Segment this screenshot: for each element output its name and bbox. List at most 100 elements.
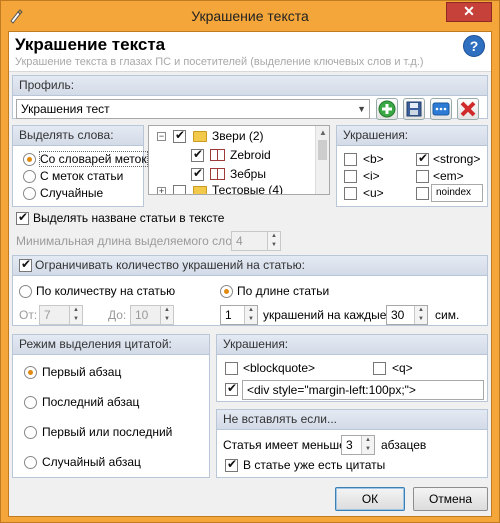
to-field[interactable]: 10 ▲ ▼ xyxy=(130,305,174,325)
less-than-spinner[interactable]: ▲ ▼ xyxy=(361,436,374,454)
radio-first-or-last[interactable] xyxy=(24,426,37,439)
cancel-button[interactable]: Отмена xyxy=(413,487,488,511)
per-count-value: 1 xyxy=(225,308,232,322)
decoration-noindex-checkbox[interactable] xyxy=(416,187,429,200)
tree-item-test-label[interactable]: Тестовые (4) xyxy=(212,183,283,194)
tree-item-test-checkbox[interactable] xyxy=(173,185,186,194)
dialog-client: Украшение текста Украшение текста в глаз… xyxy=(8,31,492,517)
quote-mode-title: Режим выделения цитатой: xyxy=(13,335,209,355)
decoration-em-label[interactable]: <em> xyxy=(433,169,464,183)
help-icon[interactable]: ? xyxy=(463,35,485,57)
less-than-field[interactable]: 3 ▲ ▼ xyxy=(341,435,375,455)
highlight-title-checkbox[interactable] xyxy=(16,210,29,225)
save-profile-button[interactable] xyxy=(403,98,425,120)
radio-first-paragraph-label[interactable]: Первый абзац xyxy=(42,365,121,379)
dialog-window: Украшение текста ✕ Украшение текста Укра… xyxy=(0,0,500,523)
decoration-i-checkbox[interactable] xyxy=(344,170,357,183)
tree-item-animals-checkbox[interactable] xyxy=(173,128,186,143)
chars-spinner[interactable]: ▲ ▼ xyxy=(414,306,427,324)
decorations-top-title: Украшения: xyxy=(337,126,487,146)
tree-item-zebras-label[interactable]: Зебры xyxy=(230,167,266,181)
rename-profile-button[interactable] xyxy=(430,98,452,120)
plus-icon xyxy=(378,100,396,118)
paragraphs-label: абзацев xyxy=(381,438,427,452)
title-bar[interactable]: Украшение текста ✕ xyxy=(1,1,499,31)
delete-profile-button[interactable] xyxy=(457,98,479,120)
tree-scrollbar[interactable]: ▲ xyxy=(315,126,329,194)
decoration-em-checkbox[interactable] xyxy=(416,170,429,183)
highlight-words-title: Выделять слова: xyxy=(13,126,143,146)
blockquote-label[interactable]: <blockquote> xyxy=(243,361,315,375)
decoration-i-label[interactable]: <i> xyxy=(363,169,380,183)
from-label: От: xyxy=(19,308,38,322)
tree-item-zebras-checkbox[interactable] xyxy=(191,166,204,181)
radio-from-article-tags[interactable] xyxy=(23,170,36,183)
radio-by-length[interactable] xyxy=(220,285,233,298)
decoration-strong-checkbox[interactable] xyxy=(416,151,429,166)
decoration-noindex-field[interactable]: noindex xyxy=(431,184,483,202)
from-spinner[interactable]: ▲ ▼ xyxy=(69,306,82,324)
radio-from-dictionaries-label[interactable]: Со словарей меток xyxy=(39,151,148,167)
decorations-bottom-panel: Украшения: <blockquote> <q> <div style="… xyxy=(216,334,488,402)
to-spinner[interactable]: ▲ ▼ xyxy=(160,306,173,324)
decoration-b-checkbox[interactable] xyxy=(344,153,357,166)
profile-panel: Профиль: Украшения тест ▼ xyxy=(12,75,488,120)
radio-random-paragraph[interactable] xyxy=(24,456,37,469)
dialog-header: Украшение текста Украшение текста в глаз… xyxy=(9,32,491,72)
tree-item-zebroid-checkbox[interactable] xyxy=(191,147,204,162)
highlight-title-label[interactable]: Выделять назване статьи в тексте xyxy=(33,211,224,225)
radio-by-count[interactable] xyxy=(19,285,32,298)
div-value: <div style="margin-left:100px;"> xyxy=(247,383,416,397)
decoration-u-checkbox[interactable] xyxy=(344,187,357,200)
per-count-field[interactable]: 1 ▲ ▼ xyxy=(220,305,258,325)
blockquote-checkbox[interactable] xyxy=(225,362,238,375)
chars-value: 30 xyxy=(391,308,405,322)
chars-field[interactable]: 30 ▲ ▼ xyxy=(386,305,428,325)
radio-random-label[interactable]: Случайные xyxy=(40,186,103,200)
tree-expand-toggle[interactable]: + xyxy=(157,187,166,196)
quote-mode-panel: Режим выделения цитатой: Первый абзац По… xyxy=(12,334,210,478)
tree-item-animals-label[interactable]: Звери (2) xyxy=(212,129,264,143)
from-value: 7 xyxy=(44,308,51,322)
tag-tree[interactable]: − Звери (2) Zebroid Зебры + Тестовые (4)… xyxy=(148,125,330,196)
has-quotes-checkbox[interactable] xyxy=(225,457,238,472)
min-length-spinner[interactable]: ▲ ▼ xyxy=(267,232,280,250)
from-field[interactable]: 7 ▲ ▼ xyxy=(39,305,83,325)
radio-last-paragraph[interactable] xyxy=(24,396,37,409)
window-title: Украшение текста xyxy=(191,8,309,24)
radio-random[interactable] xyxy=(23,187,36,200)
min-length-field[interactable]: 4 ▲ ▼ xyxy=(231,231,281,251)
decorations-bottom-title: Украшения: xyxy=(217,335,487,355)
less-than-value: 3 xyxy=(346,438,353,452)
div-field[interactable]: <div style="margin-left:100px;"> xyxy=(242,380,484,400)
profile-select[interactable]: Украшения тест ▼ xyxy=(16,99,370,119)
limit-checkbox[interactable] xyxy=(19,257,32,272)
radio-by-count-label[interactable]: По количеству на статью xyxy=(36,284,175,298)
per-label: украшений на каждые xyxy=(263,308,387,322)
q-checkbox[interactable] xyxy=(373,362,386,375)
radio-first-or-last-label[interactable]: Первый или последний xyxy=(42,425,172,439)
decoration-strong-label[interactable]: <strong> xyxy=(433,152,480,166)
dont-insert-panel: Не вставлять если... Статья имеет меньше… xyxy=(216,409,488,478)
q-label[interactable]: <q> xyxy=(392,361,413,375)
div-checkbox[interactable] xyxy=(225,381,238,396)
scrollbar-thumb[interactable] xyxy=(318,140,327,160)
ok-button[interactable]: ОК xyxy=(335,487,405,511)
to-value: 10 xyxy=(135,308,149,322)
decoration-b-label[interactable]: <b> xyxy=(363,152,384,166)
radio-from-dictionaries[interactable] xyxy=(23,153,36,166)
chevron-up-icon[interactable]: ▲ xyxy=(319,128,327,137)
close-button[interactable]: ✕ xyxy=(446,2,492,22)
radio-random-paragraph-label[interactable]: Случайный абзац xyxy=(42,455,141,469)
radio-last-paragraph-label[interactable]: Последний абзац xyxy=(42,395,139,409)
tree-item-zebroid-label[interactable]: Zebroid xyxy=(230,148,271,162)
tree-collapse-toggle[interactable]: − xyxy=(157,132,166,141)
has-quotes-label[interactable]: В статье уже есть цитаты xyxy=(243,458,385,472)
per-count-spinner[interactable]: ▲ ▼ xyxy=(244,306,257,324)
add-profile-button[interactable] xyxy=(376,98,398,120)
radio-first-paragraph[interactable] xyxy=(24,366,37,379)
radio-from-article-tags-label[interactable]: С меток статьи xyxy=(40,169,123,183)
limit-label[interactable]: Ограничивать количество украшений на ста… xyxy=(35,258,305,272)
radio-by-length-label[interactable]: По длине статьи xyxy=(237,284,329,298)
decoration-u-label[interactable]: <u> xyxy=(363,186,384,200)
